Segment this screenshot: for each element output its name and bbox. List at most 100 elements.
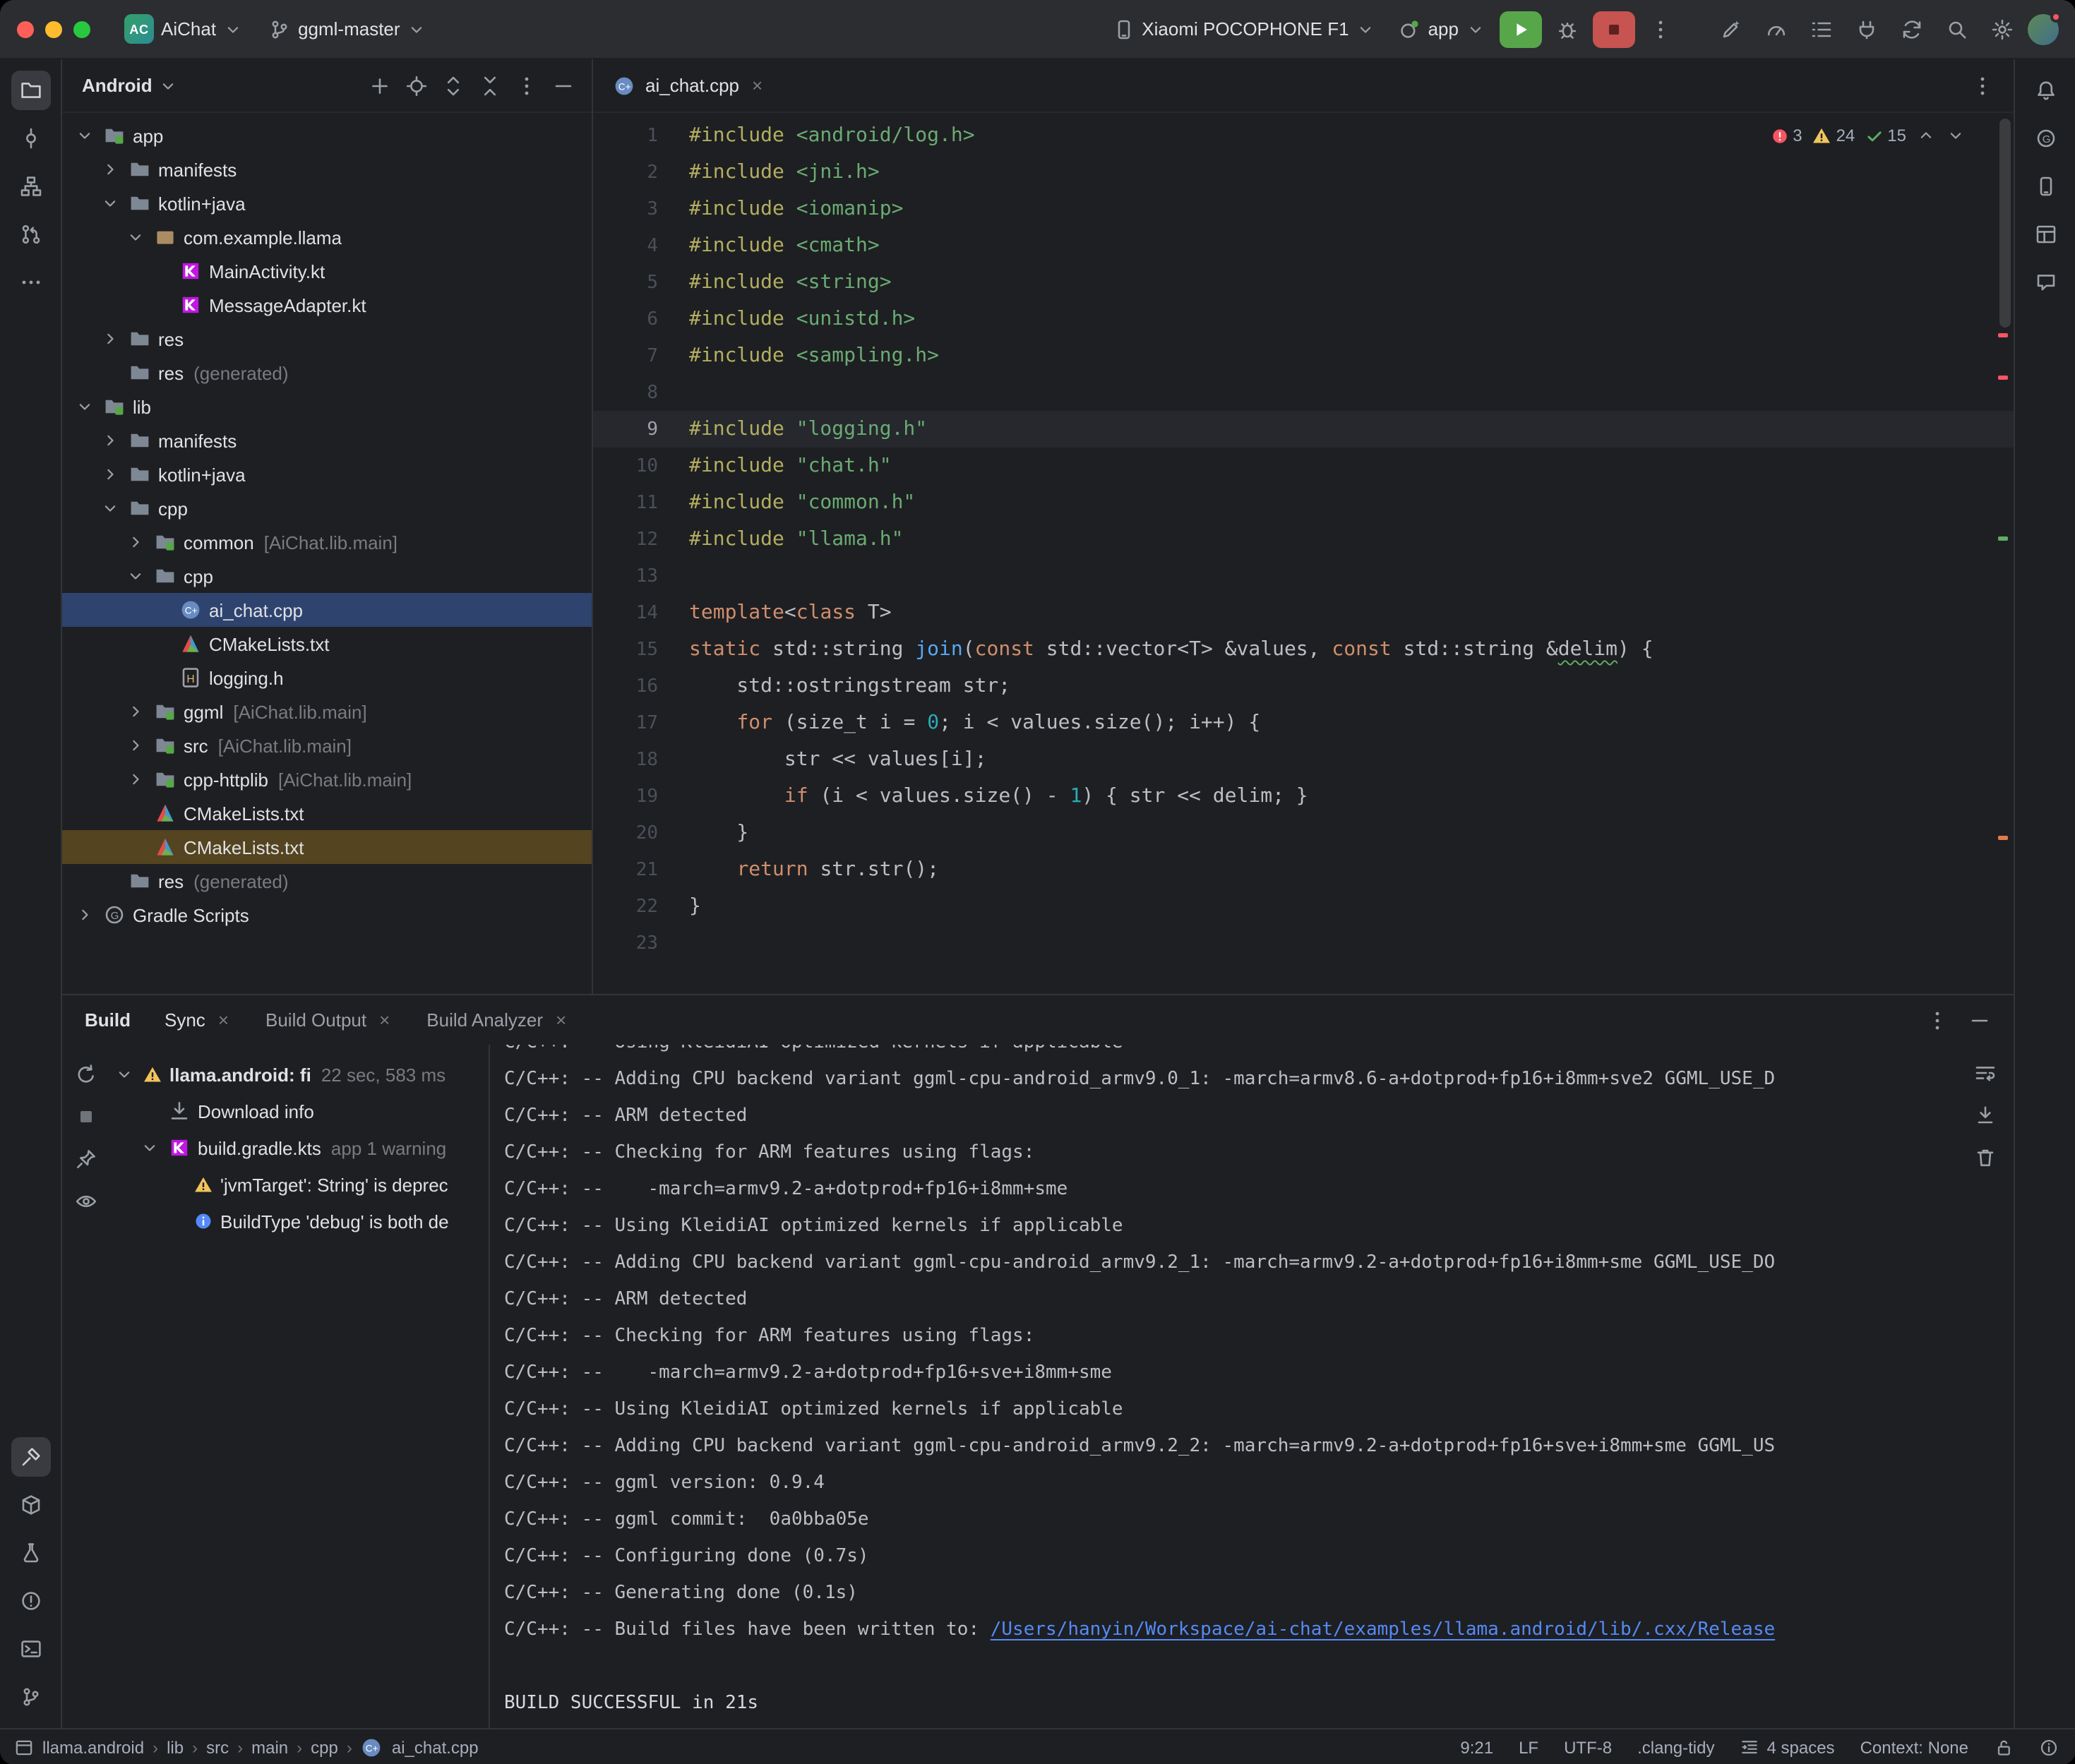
line-number[interactable]: 18 (593, 749, 689, 770)
chevron-down-icon[interactable] (99, 193, 121, 213)
commit-icon[interactable] (11, 119, 50, 158)
chevron-right-icon[interactable] (99, 160, 121, 179)
tree-item[interactable]: BuildType 'debug' is both de (110, 1203, 489, 1240)
code-line[interactable]: 23 (593, 925, 2014, 961)
tree-item[interactable]: kotlin+java (62, 457, 592, 491)
line-number[interactable]: 19 (593, 786, 689, 807)
pull-requests-icon[interactable] (11, 215, 50, 254)
line-number[interactable]: 22 (593, 896, 689, 917)
hide-icon[interactable] (1960, 1000, 1999, 1040)
chevron-right-icon[interactable] (124, 769, 147, 789)
build-output-path-link[interactable]: /Users/hanyin/Workspace/ai-chat/examples… (991, 1619, 1775, 1640)
tree-item[interactable]: CMakeLists.txt (62, 830, 592, 864)
tree-item[interactable]: 'jvmTarget': String' is deprec (110, 1166, 489, 1203)
line-number[interactable]: 13 (593, 565, 689, 587)
tree-item[interactable]: CMakeLists.txt (62, 627, 592, 661)
tree-item[interactable]: Download info (110, 1093, 489, 1129)
run-configuration-selector[interactable]: app (1390, 13, 1494, 44)
chevron-right-icon[interactable] (73, 905, 96, 925)
minimize-window-button[interactable] (45, 20, 62, 37)
app-quality-insights-icon[interactable] (11, 1533, 50, 1573)
errors-indicator[interactable]: 3 (1770, 126, 1802, 145)
problems-icon[interactable] (11, 1581, 50, 1621)
more-actions-button[interactable] (1641, 9, 1680, 49)
line-number[interactable]: 9 (593, 419, 689, 440)
code-line[interactable]: 5#include <string> (593, 264, 2014, 301)
code-line[interactable]: 6#include <unistd.h> (593, 301, 2014, 337)
chevron-right-icon[interactable] (124, 702, 147, 721)
tree-item[interactable]: res(generated) (62, 864, 592, 898)
breadcrumb-item[interactable]: src (206, 1737, 229, 1757)
plus-icon[interactable] (363, 68, 397, 102)
tree-item[interactable]: cpp-httplib[AiChat.lib.main] (62, 762, 592, 796)
editor-scrollbar[interactable] (1999, 119, 2011, 328)
build-icon[interactable] (11, 1437, 50, 1477)
line-number[interactable]: 20 (593, 822, 689, 844)
tree-item[interactable]: manifests (62, 424, 592, 457)
tree-item[interactable]: CMakeLists.txt (62, 796, 592, 830)
chevron-down-icon[interactable] (113, 1064, 136, 1084)
tree-item[interactable]: build.gradle.ktsapp 1 warning (110, 1129, 489, 1166)
chevron-down-icon[interactable] (99, 498, 121, 518)
tree-item[interactable]: kotlin+java (62, 186, 592, 220)
profiler-icon[interactable] (1757, 9, 1796, 49)
terminal-icon[interactable] (11, 1629, 50, 1669)
dependencies-icon[interactable] (11, 1485, 50, 1525)
settings-icon[interactable] (1983, 9, 2022, 49)
build-tab-sync[interactable]: Sync× (165, 995, 232, 1045)
clear-all-icon[interactable] (1968, 1141, 2002, 1175)
version-control-icon[interactable] (11, 1677, 50, 1717)
code-line[interactable]: 11#include "common.h" (593, 484, 2014, 521)
line-number[interactable]: 10 (593, 455, 689, 476)
ok-indicator[interactable]: 15 (1865, 126, 1906, 145)
clang-tidy-widget[interactable]: .clang-tidy (1637, 1737, 1714, 1757)
collapse-all-icon[interactable] (473, 68, 507, 102)
close-icon[interactable]: × (749, 75, 765, 96)
chevron-down-icon[interactable] (73, 126, 96, 145)
code-line[interactable]: 7#include <sampling.h> (593, 337, 2014, 374)
tree-item[interactable]: MessageAdapter.kt (62, 288, 592, 322)
code-line[interactable]: 10#include "chat.h" (593, 448, 2014, 484)
breadcrumb-item[interactable]: llama.android (42, 1737, 144, 1757)
scroll-to-end-icon[interactable] (1968, 1098, 2002, 1132)
tree-item[interactable]: common[AiChat.lib.main] (62, 525, 592, 559)
breadcrumb-item[interactable]: ai_chat.cpp (392, 1737, 479, 1757)
build-tab-build-output[interactable]: Build Output× (265, 995, 393, 1045)
build-console[interactable]: C/C++: -- Using KleidiAI optimized kerne… (490, 1045, 2014, 1728)
close-window-button[interactable] (17, 20, 34, 37)
next-problem-button[interactable] (1946, 126, 1966, 145)
line-number[interactable]: 11 (593, 492, 689, 513)
tree-item[interactable]: MainActivity.kt (62, 254, 592, 288)
gradle-icon[interactable]: G (2026, 119, 2065, 158)
zoom-window-button[interactable] (73, 20, 90, 37)
assistant-icon[interactable] (2026, 263, 2065, 302)
breadcrumb-item[interactable]: main (251, 1737, 288, 1757)
line-separator-widget[interactable]: LF (1519, 1737, 1538, 1757)
tree-item[interactable]: res (62, 322, 592, 356)
code-line[interactable]: 20 } (593, 815, 2014, 851)
stop-small-icon[interactable] (68, 1098, 104, 1135)
line-number[interactable]: 3 (593, 198, 689, 220)
ai-assistant-icon[interactable] (1711, 9, 1751, 49)
notifications-icon[interactable] (2026, 71, 2065, 110)
tree-item[interactable]: src[AiChat.lib.main] (62, 728, 592, 762)
line-number[interactable]: 21 (593, 859, 689, 880)
code-line[interactable]: 17 for (size_t i = 0; i < values.size();… (593, 704, 2014, 741)
context-widget[interactable]: Context: None (1860, 1737, 1968, 1757)
editor-tab[interactable]: C+ ai_chat.cpp × (593, 59, 784, 112)
code-line[interactable]: 8 (593, 374, 2014, 411)
line-number[interactable]: 16 (593, 676, 689, 697)
sync-icon[interactable] (1892, 9, 1932, 49)
line-number[interactable]: 2 (593, 162, 689, 183)
line-number[interactable]: 8 (593, 382, 689, 403)
breadcrumb-item[interactable]: lib (167, 1737, 184, 1757)
code-line[interactable]: 14template<class T> (593, 594, 2014, 631)
todo-icon[interactable] (1802, 9, 1841, 49)
project-icon[interactable] (11, 71, 50, 110)
line-number[interactable]: 17 (593, 712, 689, 733)
plugins-icon[interactable] (1847, 9, 1886, 49)
tree-item[interactable]: res(generated) (62, 356, 592, 390)
rerun-icon[interactable] (68, 1056, 104, 1093)
run-button[interactable] (1500, 11, 1542, 47)
line-number[interactable]: 1 (593, 125, 689, 146)
